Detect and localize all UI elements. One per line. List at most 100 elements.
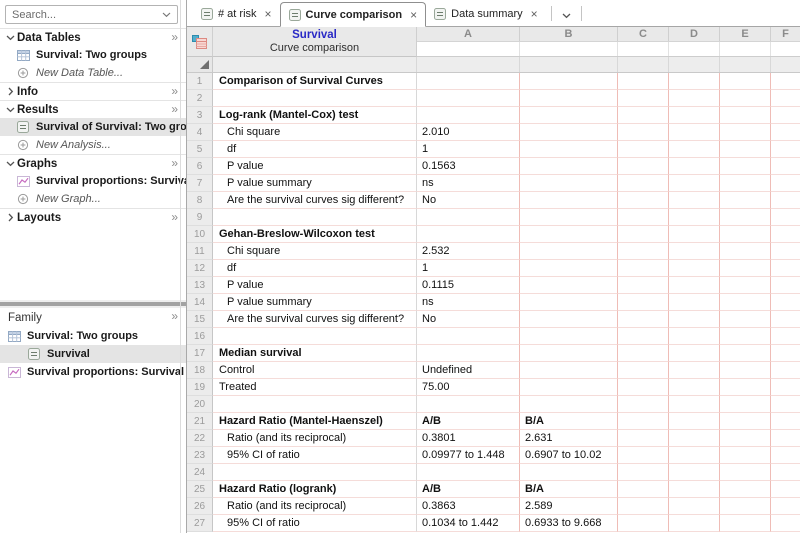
sidebar-section-data-tables[interactable]: Data Tables» <box>0 28 186 46</box>
row-label-cell[interactable]: Comparison of Survival Curves <box>213 73 417 90</box>
cell-f-row-19[interactable] <box>771 379 800 396</box>
row-label-cell[interactable]: 95% CI of ratio <box>213 447 417 464</box>
row-label-cell[interactable] <box>213 209 417 226</box>
cell-d-row-13[interactable] <box>669 277 720 294</box>
cell-f-row-25[interactable] <box>771 481 800 498</box>
row-number[interactable]: 9 <box>187 209 213 226</box>
cell-f-row-8[interactable] <box>771 192 800 209</box>
cell-b-row-8[interactable] <box>520 192 618 209</box>
cell-e-row-8[interactable] <box>720 192 771 209</box>
new-item-new-graph[interactable]: New Graph... <box>0 190 186 208</box>
cell-f-row-11[interactable] <box>771 243 800 260</box>
cell-d-row-23[interactable] <box>669 447 720 464</box>
cell-c-row-19[interactable] <box>618 379 669 396</box>
row-number[interactable]: 25 <box>187 481 213 498</box>
cell-a-row-9[interactable] <box>417 209 520 226</box>
close-icon[interactable]: × <box>410 10 417 20</box>
cell-c-row-12[interactable] <box>618 260 669 277</box>
cell-b-row-19[interactable] <box>520 379 618 396</box>
cell-c-row-21[interactable] <box>618 413 669 430</box>
cell-d-row-6[interactable] <box>669 158 720 175</box>
cell-b-row-25[interactable]: B/A <box>520 481 618 498</box>
new-item-new-analysis[interactable]: New Analysis... <box>0 136 186 154</box>
row-number[interactable]: 2 <box>187 90 213 107</box>
sidebar-item-survival-of-survival-two-groups[interactable]: Survival of Survival: Two groups <box>0 118 186 136</box>
cell-c-row-22[interactable] <box>618 430 669 447</box>
column-letter-b[interactable]: B <box>520 27 618 41</box>
select-col-d[interactable] <box>669 57 720 72</box>
row-label-cell[interactable]: Ratio (and its reciprocal) <box>213 498 417 515</box>
row-number[interactable]: 20 <box>187 396 213 413</box>
row-label-cell[interactable] <box>213 396 417 413</box>
column-subtitle-e[interactable] <box>720 42 771 56</box>
cell-c-row-1[interactable] <box>618 73 669 90</box>
sidebar-section-info[interactable]: Info» <box>0 82 186 100</box>
cell-e-row-13[interactable] <box>720 277 771 294</box>
cell-f-row-23[interactable] <box>771 447 800 464</box>
cell-e-row-18[interactable] <box>720 362 771 379</box>
cell-f-row-17[interactable] <box>771 345 800 362</box>
cell-d-row-25[interactable] <box>669 481 720 498</box>
row-label-cell[interactable]: P value summary <box>213 294 417 311</box>
cell-a-row-8[interactable]: No <box>417 192 520 209</box>
cell-c-row-24[interactable] <box>618 464 669 481</box>
cell-e-row-26[interactable] <box>720 498 771 515</box>
row-label-cell[interactable] <box>213 328 417 345</box>
cell-a-row-25[interactable]: A/B <box>417 481 520 498</box>
tab-data-summary[interactable]: Data summary× <box>426 3 546 25</box>
cell-f-row-27[interactable] <box>771 515 800 532</box>
cell-a-row-19[interactable]: 75.00 <box>417 379 520 396</box>
cell-b-row-15[interactable] <box>520 311 618 328</box>
row-label-cell[interactable]: P value <box>213 277 417 294</box>
cell-b-row-11[interactable] <box>520 243 618 260</box>
column-letter-d[interactable]: D <box>669 27 720 41</box>
row-label-cell[interactable]: Chi square <box>213 243 417 260</box>
cell-a-row-16[interactable] <box>417 328 520 345</box>
cell-f-row-26[interactable] <box>771 498 800 515</box>
cell-e-row-10[interactable] <box>720 226 771 243</box>
cell-a-row-22[interactable]: 0.3801 <box>417 430 520 447</box>
search-input[interactable]: Search... <box>5 5 178 24</box>
cell-d-row-1[interactable] <box>669 73 720 90</box>
row-number[interactable]: 4 <box>187 124 213 141</box>
double-chevron-icon[interactable]: » <box>171 84 178 98</box>
cell-e-row-21[interactable] <box>720 413 771 430</box>
column-letter-f[interactable]: F <box>771 27 800 41</box>
close-icon[interactable]: × <box>265 9 272 19</box>
row-number[interactable]: 24 <box>187 464 213 481</box>
row-label-cell[interactable]: Treated <box>213 379 417 396</box>
cell-a-row-11[interactable]: 2.532 <box>417 243 520 260</box>
cell-c-row-6[interactable] <box>618 158 669 175</box>
double-chevron-icon[interactable]: » <box>171 210 178 224</box>
row-label-cell[interactable]: Hazard Ratio (Mantel-Haenszel) <box>213 413 417 430</box>
double-chevron-icon[interactable]: » <box>171 102 178 116</box>
cell-a-row-2[interactable] <box>417 90 520 107</box>
cell-b-row-12[interactable] <box>520 260 618 277</box>
row-number[interactable]: 27 <box>187 515 213 532</box>
cell-a-row-12[interactable]: 1 <box>417 260 520 277</box>
cell-e-row-11[interactable] <box>720 243 771 260</box>
cell-d-row-11[interactable] <box>669 243 720 260</box>
cell-f-row-1[interactable] <box>771 73 800 90</box>
row-number[interactable]: 1 <box>187 73 213 90</box>
cell-b-row-18[interactable] <box>520 362 618 379</box>
cell-f-row-6[interactable] <box>771 158 800 175</box>
cell-e-row-19[interactable] <box>720 379 771 396</box>
cell-f-row-21[interactable] <box>771 413 800 430</box>
cell-c-row-14[interactable] <box>618 294 669 311</box>
cell-c-row-9[interactable] <box>618 209 669 226</box>
row-number[interactable]: 19 <box>187 379 213 396</box>
row-label-cell[interactable]: Are the survival curves sig different? <box>213 311 417 328</box>
cell-e-row-1[interactable] <box>720 73 771 90</box>
family-item-survival-two-groups[interactable]: Survival: Two groups <box>0 327 186 345</box>
cell-c-row-16[interactable] <box>618 328 669 345</box>
cell-c-row-8[interactable] <box>618 192 669 209</box>
cell-b-row-5[interactable] <box>520 141 618 158</box>
column-letter-c[interactable]: C <box>618 27 669 41</box>
cell-d-row-5[interactable] <box>669 141 720 158</box>
cell-a-row-27[interactable]: 0.1034 to 1.442 <box>417 515 520 532</box>
cell-e-row-22[interactable] <box>720 430 771 447</box>
cell-a-row-7[interactable]: ns <box>417 175 520 192</box>
row-number[interactable]: 14 <box>187 294 213 311</box>
row-number[interactable]: 10 <box>187 226 213 243</box>
